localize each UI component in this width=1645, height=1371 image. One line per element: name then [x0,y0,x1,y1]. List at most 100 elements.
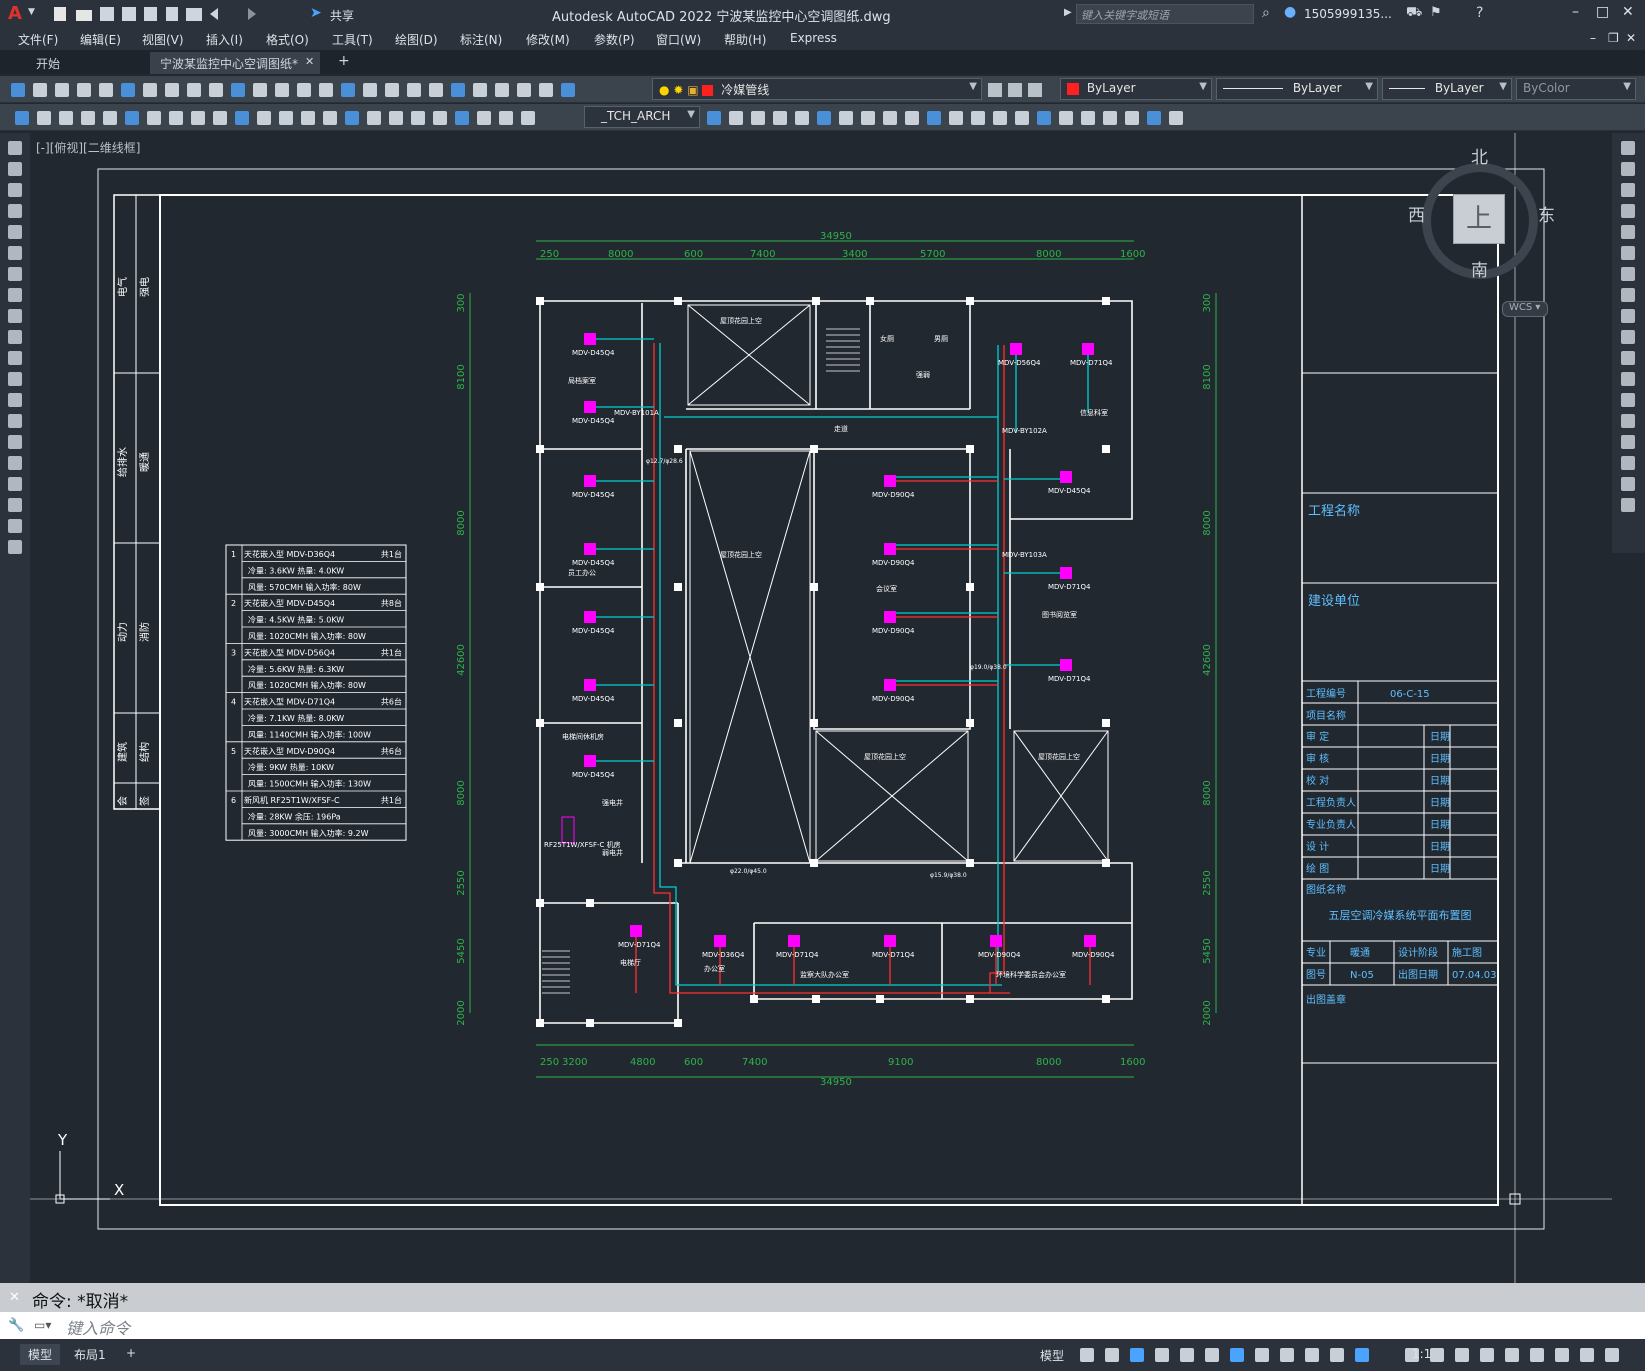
plot-icon[interactable] [77,83,91,97]
autodesk-app-icon[interactable]: ⚑ [1430,5,1442,20]
search-input[interactable]: 键入关键字或短语 [1076,4,1254,24]
layer-match-icon[interactable] [988,83,1002,97]
array-icon[interactable] [1621,225,1635,239]
group-icon[interactable] [1059,111,1073,125]
multiline-text-icon[interactable] [8,519,22,533]
layer-dropdown[interactable]: ● ✹ ▣ 冷媒管线 ▼ [652,78,982,100]
extend-icon[interactable] [905,111,919,125]
command-input[interactable]: 键入命令 [0,1312,1645,1339]
menu-parametric[interactable]: 参数(P) [594,31,635,48]
minimize-window-icon[interactable]: – [1572,4,1579,20]
aligned-dim-icon[interactable] [37,111,51,125]
isodraft-icon[interactable] [1180,1348,1194,1362]
break-at-point-icon[interactable] [1621,372,1635,386]
markup-icon[interactable] [495,83,509,97]
drawing-canvas[interactable]: [-][俯视][二维线框] 电气 强电 给排水 暖通 动力 消防 建筑 结构会签 工程名称 建设… [30,133,1612,1283]
annotation-monitor-icon[interactable] [1430,1348,1444,1362]
plotstyle-dropdown[interactable]: ByColor ▼ [1516,78,1636,100]
layer-states-icon[interactable] [1028,83,1042,97]
explode-icon[interactable] [1621,498,1635,512]
viewcube[interactable]: 上 北 南 西 东 [1408,148,1555,287]
text-style-dropdown[interactable]: _TCH_ARCH ▼ [584,106,700,128]
copy-icon[interactable] [187,83,201,97]
cut-icon[interactable] [165,83,179,97]
tool-palettes-icon[interactable] [451,83,465,97]
add-layout-button[interactable]: + [118,1344,144,1362]
new-file-icon[interactable] [54,7,66,21]
table-icon[interactable] [8,498,22,512]
erase-icon[interactable] [1621,141,1635,155]
object-snap-icon[interactable] [1230,1348,1244,1362]
sheet-set-icon[interactable] [473,83,487,97]
user-name[interactable]: 1505999135... [1304,7,1392,21]
customize-wrench-icon[interactable]: 🔧 [8,1318,24,1333]
region-icon[interactable] [8,477,22,491]
linear-dim-icon[interactable] [15,111,29,125]
stretch-icon[interactable] [1621,309,1635,323]
lineweight-icon[interactable] [1255,1348,1269,1362]
hardware-acceleration-icon[interactable] [1555,1348,1569,1362]
doc-close-icon[interactable]: ✕ [1626,31,1636,45]
tab-close-icon[interactable]: ✕ [305,55,314,68]
circle-icon[interactable] [8,267,22,281]
save-icon[interactable] [100,7,114,21]
move-icon[interactable] [1621,246,1635,260]
make-block-icon[interactable] [8,393,22,407]
plot-preview-icon[interactable] [166,7,178,21]
tab-drawing[interactable]: 宁波某监控中心空调图纸* [150,52,320,74]
share-icon[interactable]: ➤ [310,5,322,21]
paste-icon[interactable] [209,83,223,97]
attribute-icon[interactable] [1147,111,1161,125]
scale-icon[interactable] [839,111,853,125]
arc-icon[interactable] [8,246,22,260]
trim-icon[interactable] [1621,330,1635,344]
text-icon[interactable] [477,111,491,125]
explode-icon[interactable] [1015,111,1029,125]
chamfer-icon[interactable] [1621,435,1635,449]
quick-calc-icon[interactable] [517,83,531,97]
copy-icon[interactable] [707,111,721,125]
rotate-icon[interactable] [817,111,831,125]
polyline-icon[interactable] [8,183,22,197]
break-icon[interactable] [1621,393,1635,407]
open-file-icon[interactable] [76,10,92,21]
draworder-icon[interactable] [1037,111,1051,125]
help-icon[interactable] [539,83,553,97]
save-icon[interactable] [55,83,69,97]
menu-format[interactable]: 格式(O) [266,31,309,48]
dim-style-icon[interactable] [455,111,469,125]
lineweight-dropdown[interactable]: ByLayer ▼ [1382,78,1512,100]
add-selected-icon[interactable] [8,540,22,554]
menu-help[interactable]: 帮助(H) [724,31,766,48]
help-icon[interactable]: ? [1476,5,1483,21]
viewcube-east[interactable]: 东 [1538,201,1555,226]
expand-arrow-icon[interactable]: ▶ [1064,7,1072,18]
annotation-visibility-icon[interactable] [1330,1348,1344,1362]
annotation-scale[interactable]: 1:1 [1412,1347,1431,1361]
scale-icon[interactable] [1621,288,1635,302]
hatch-icon[interactable] [8,435,22,449]
layer-previous-icon[interactable] [1008,83,1022,97]
mirror-icon[interactable] [729,111,743,125]
polygon-icon[interactable] [8,204,22,218]
point-icon[interactable] [8,414,22,428]
preview-icon[interactable] [99,83,113,97]
revision-cloud-icon[interactable] [8,288,22,302]
selection-cycling-icon[interactable] [1305,1348,1319,1362]
ortho-icon[interactable] [1130,1348,1144,1362]
join-icon[interactable] [1621,414,1635,428]
cart-icon[interactable]: ⛟ [1406,5,1422,22]
menu-insert[interactable]: 插入(I) [206,31,243,48]
tab-layout1[interactable]: 布局1 [66,1344,114,1365]
linetype-dropdown[interactable]: ByLayer ▼ [1216,78,1378,100]
transparency-icon[interactable] [1280,1348,1294,1362]
block-editor-icon[interactable] [253,83,267,97]
layer-properties-icon[interactable] [561,83,575,97]
plot-icon[interactable] [186,8,202,21]
publish-icon[interactable] [144,7,157,21]
3d-dwf-icon[interactable] [143,83,157,97]
gradient-icon[interactable] [8,456,22,470]
offset-icon[interactable] [751,111,765,125]
extend-icon[interactable] [1621,351,1635,365]
baseline-icon[interactable] [213,111,227,125]
